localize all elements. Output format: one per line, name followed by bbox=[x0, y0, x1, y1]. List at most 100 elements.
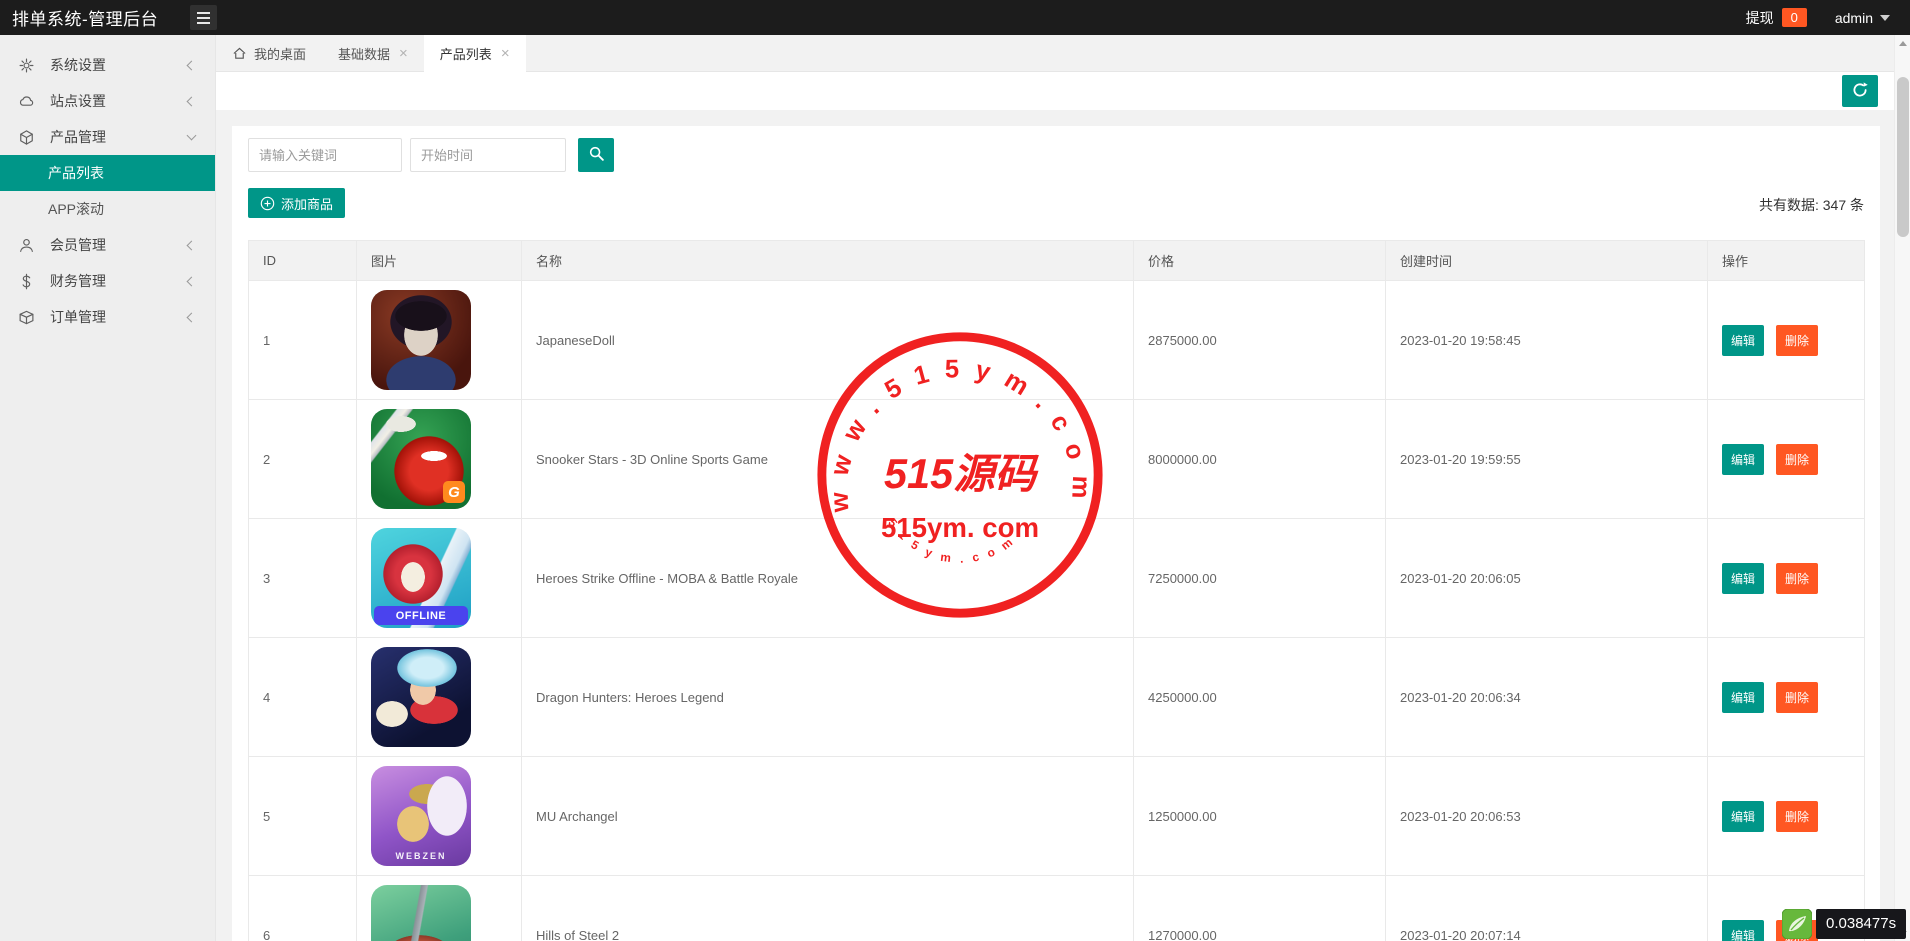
table-row: 5WEBZENMU Archangel1250000.002023-01-20 … bbox=[249, 757, 1865, 876]
edit-button[interactable]: 编辑 bbox=[1722, 563, 1764, 594]
tabbar: 我的桌面基础数据×产品列表× bbox=[216, 35, 1894, 72]
sidebar-subitem-label: APP滚动 bbox=[48, 199, 104, 219]
cell-price: 4250000.00 bbox=[1134, 638, 1386, 757]
delete-button[interactable]: 删除 bbox=[1776, 444, 1818, 475]
search-icon bbox=[588, 145, 605, 165]
table-row: 6Hills of Steel 21270000.002023-01-20 20… bbox=[249, 876, 1865, 941]
cell-price: 1270000.00 bbox=[1134, 876, 1386, 941]
content-toolbar bbox=[216, 72, 1894, 110]
cube-icon bbox=[18, 129, 35, 146]
chevron-left-icon bbox=[187, 60, 197, 70]
start-time-input[interactable] bbox=[410, 138, 566, 172]
edit-button[interactable]: 编辑 bbox=[1722, 920, 1764, 941]
sidebar-item-4[interactable]: 财务管理 bbox=[0, 263, 215, 299]
scroll-up-arrow-icon[interactable] bbox=[1895, 35, 1910, 51]
cloud-icon bbox=[18, 93, 35, 110]
sidebar-item-label: 订单管理 bbox=[50, 307, 106, 327]
product-image: G bbox=[371, 409, 471, 509]
topbar: 排单系统-管理后台 提现 0 admin bbox=[0, 0, 1910, 35]
app-title: 排单系统-管理后台 bbox=[0, 5, 158, 30]
actions-row: 添加商品 共有数据: 347 条 bbox=[248, 188, 1864, 218]
tab-label: 我的桌面 bbox=[254, 44, 306, 63]
cell-name: Hills of Steel 2 bbox=[522, 876, 1134, 941]
home-icon bbox=[232, 46, 247, 61]
column-header: 创建时间 bbox=[1386, 241, 1708, 281]
product-image-badge: WEBZEN bbox=[371, 851, 471, 861]
table-header-row: ID图片名称价格创建时间操作 bbox=[249, 241, 1865, 281]
product-list-panel: 添加商品 共有数据: 347 条 ID图片名称价格创建时间操作 1Japanes… bbox=[232, 126, 1880, 941]
box-icon bbox=[18, 309, 35, 326]
product-image-badge: OFFLINE bbox=[374, 606, 468, 625]
keyword-input[interactable] bbox=[248, 138, 402, 172]
cell-actions: 编辑删除 bbox=[1708, 638, 1865, 757]
refresh-button[interactable] bbox=[1842, 75, 1878, 107]
cell-name: Heroes Strike Offline - MOBA & Battle Ro… bbox=[522, 519, 1134, 638]
dollar-icon bbox=[18, 273, 35, 290]
vertical-scrollbar[interactable] bbox=[1894, 35, 1910, 941]
user-icon bbox=[18, 237, 35, 254]
cell-name: Snooker Stars - 3D Online Sports Game bbox=[522, 400, 1134, 519]
refresh-icon bbox=[1851, 81, 1869, 102]
sidebar-item-label: 会员管理 bbox=[50, 235, 106, 255]
cell-image: OFFLINE bbox=[357, 519, 522, 638]
sidebar-item-0[interactable]: 系统设置 bbox=[0, 47, 215, 83]
edit-button[interactable]: 编辑 bbox=[1722, 801, 1764, 832]
delete-button[interactable]: 删除 bbox=[1776, 563, 1818, 594]
topbar-right: 提现 0 admin bbox=[1746, 8, 1910, 28]
product-image-badge: G bbox=[443, 481, 465, 503]
sidebar-subitem-2-1[interactable]: APP滚动 bbox=[0, 191, 215, 227]
sidebar-item-label: 站点设置 bbox=[50, 91, 106, 111]
scrollbar-thumb[interactable] bbox=[1897, 77, 1909, 237]
chevron-down-icon bbox=[1880, 15, 1890, 21]
delete-button[interactable]: 删除 bbox=[1776, 801, 1818, 832]
tab-0[interactable]: 我的桌面 bbox=[216, 35, 322, 72]
user-menu[interactable]: admin bbox=[1835, 10, 1873, 26]
delete-button[interactable]: 删除 bbox=[1776, 325, 1818, 356]
search-button[interactable] bbox=[578, 138, 614, 172]
close-icon[interactable]: × bbox=[501, 46, 510, 61]
sidebar: 系统设置站点设置产品管理产品列表 APP滚动会员管理财务管理订单管理 bbox=[0, 35, 216, 941]
cell-price: 1250000.00 bbox=[1134, 757, 1386, 876]
tab-label: 基础数据 bbox=[338, 44, 390, 63]
cell-id: 1 bbox=[249, 281, 357, 400]
cell-image bbox=[357, 638, 522, 757]
table-row: 2GSnooker Stars - 3D Online Sports Game8… bbox=[249, 400, 1865, 519]
hamburger-menu-icon[interactable] bbox=[190, 5, 217, 30]
debug-leaf-icon[interactable] bbox=[1782, 909, 1812, 939]
cell-created: 2023-01-20 20:06:05 bbox=[1386, 519, 1708, 638]
cell-price: 8000000.00 bbox=[1134, 400, 1386, 519]
edit-button[interactable]: 编辑 bbox=[1722, 682, 1764, 713]
product-image: WEBZEN bbox=[371, 766, 471, 866]
withdraw-link[interactable]: 提现 bbox=[1746, 8, 1774, 28]
tab-1[interactable]: 基础数据 × bbox=[322, 35, 424, 72]
withdraw-count-badge[interactable]: 0 bbox=[1782, 8, 1807, 27]
close-icon[interactable]: × bbox=[399, 46, 408, 61]
column-header: 价格 bbox=[1134, 241, 1386, 281]
cell-actions: 编辑删除 bbox=[1708, 400, 1865, 519]
sidebar-item-label: 产品管理 bbox=[50, 127, 106, 147]
edit-button[interactable]: 编辑 bbox=[1722, 325, 1764, 356]
sidebar-subitem-2-0[interactable]: 产品列表 bbox=[0, 155, 215, 191]
tab-2[interactable]: 产品列表× bbox=[424, 35, 526, 72]
cell-created: 2023-01-20 20:07:14 bbox=[1386, 876, 1708, 941]
cell-image bbox=[357, 876, 522, 941]
sidebar-item-2[interactable]: 产品管理 bbox=[0, 119, 215, 155]
sidebar-item-5[interactable]: 订单管理 bbox=[0, 299, 215, 335]
cell-name: Dragon Hunters: Heroes Legend bbox=[522, 638, 1134, 757]
add-product-label: 添加商品 bbox=[281, 194, 333, 213]
chevron-left-icon bbox=[187, 276, 197, 286]
add-product-button[interactable]: 添加商品 bbox=[248, 188, 345, 218]
cell-created: 2023-01-20 20:06:34 bbox=[1386, 638, 1708, 757]
cell-image: G bbox=[357, 400, 522, 519]
chevron-left-icon bbox=[187, 312, 197, 322]
product-image bbox=[371, 290, 471, 390]
sidebar-item-label: 财务管理 bbox=[50, 271, 106, 291]
chevron-left-icon bbox=[187, 96, 197, 106]
delete-button[interactable]: 删除 bbox=[1776, 682, 1818, 713]
cell-name: MU Archangel bbox=[522, 757, 1134, 876]
sidebar-item-3[interactable]: 会员管理 bbox=[0, 227, 215, 263]
chevron-down-icon bbox=[187, 131, 197, 141]
sidebar-item-1[interactable]: 站点设置 bbox=[0, 83, 215, 119]
column-header: 操作 bbox=[1708, 241, 1865, 281]
edit-button[interactable]: 编辑 bbox=[1722, 444, 1764, 475]
